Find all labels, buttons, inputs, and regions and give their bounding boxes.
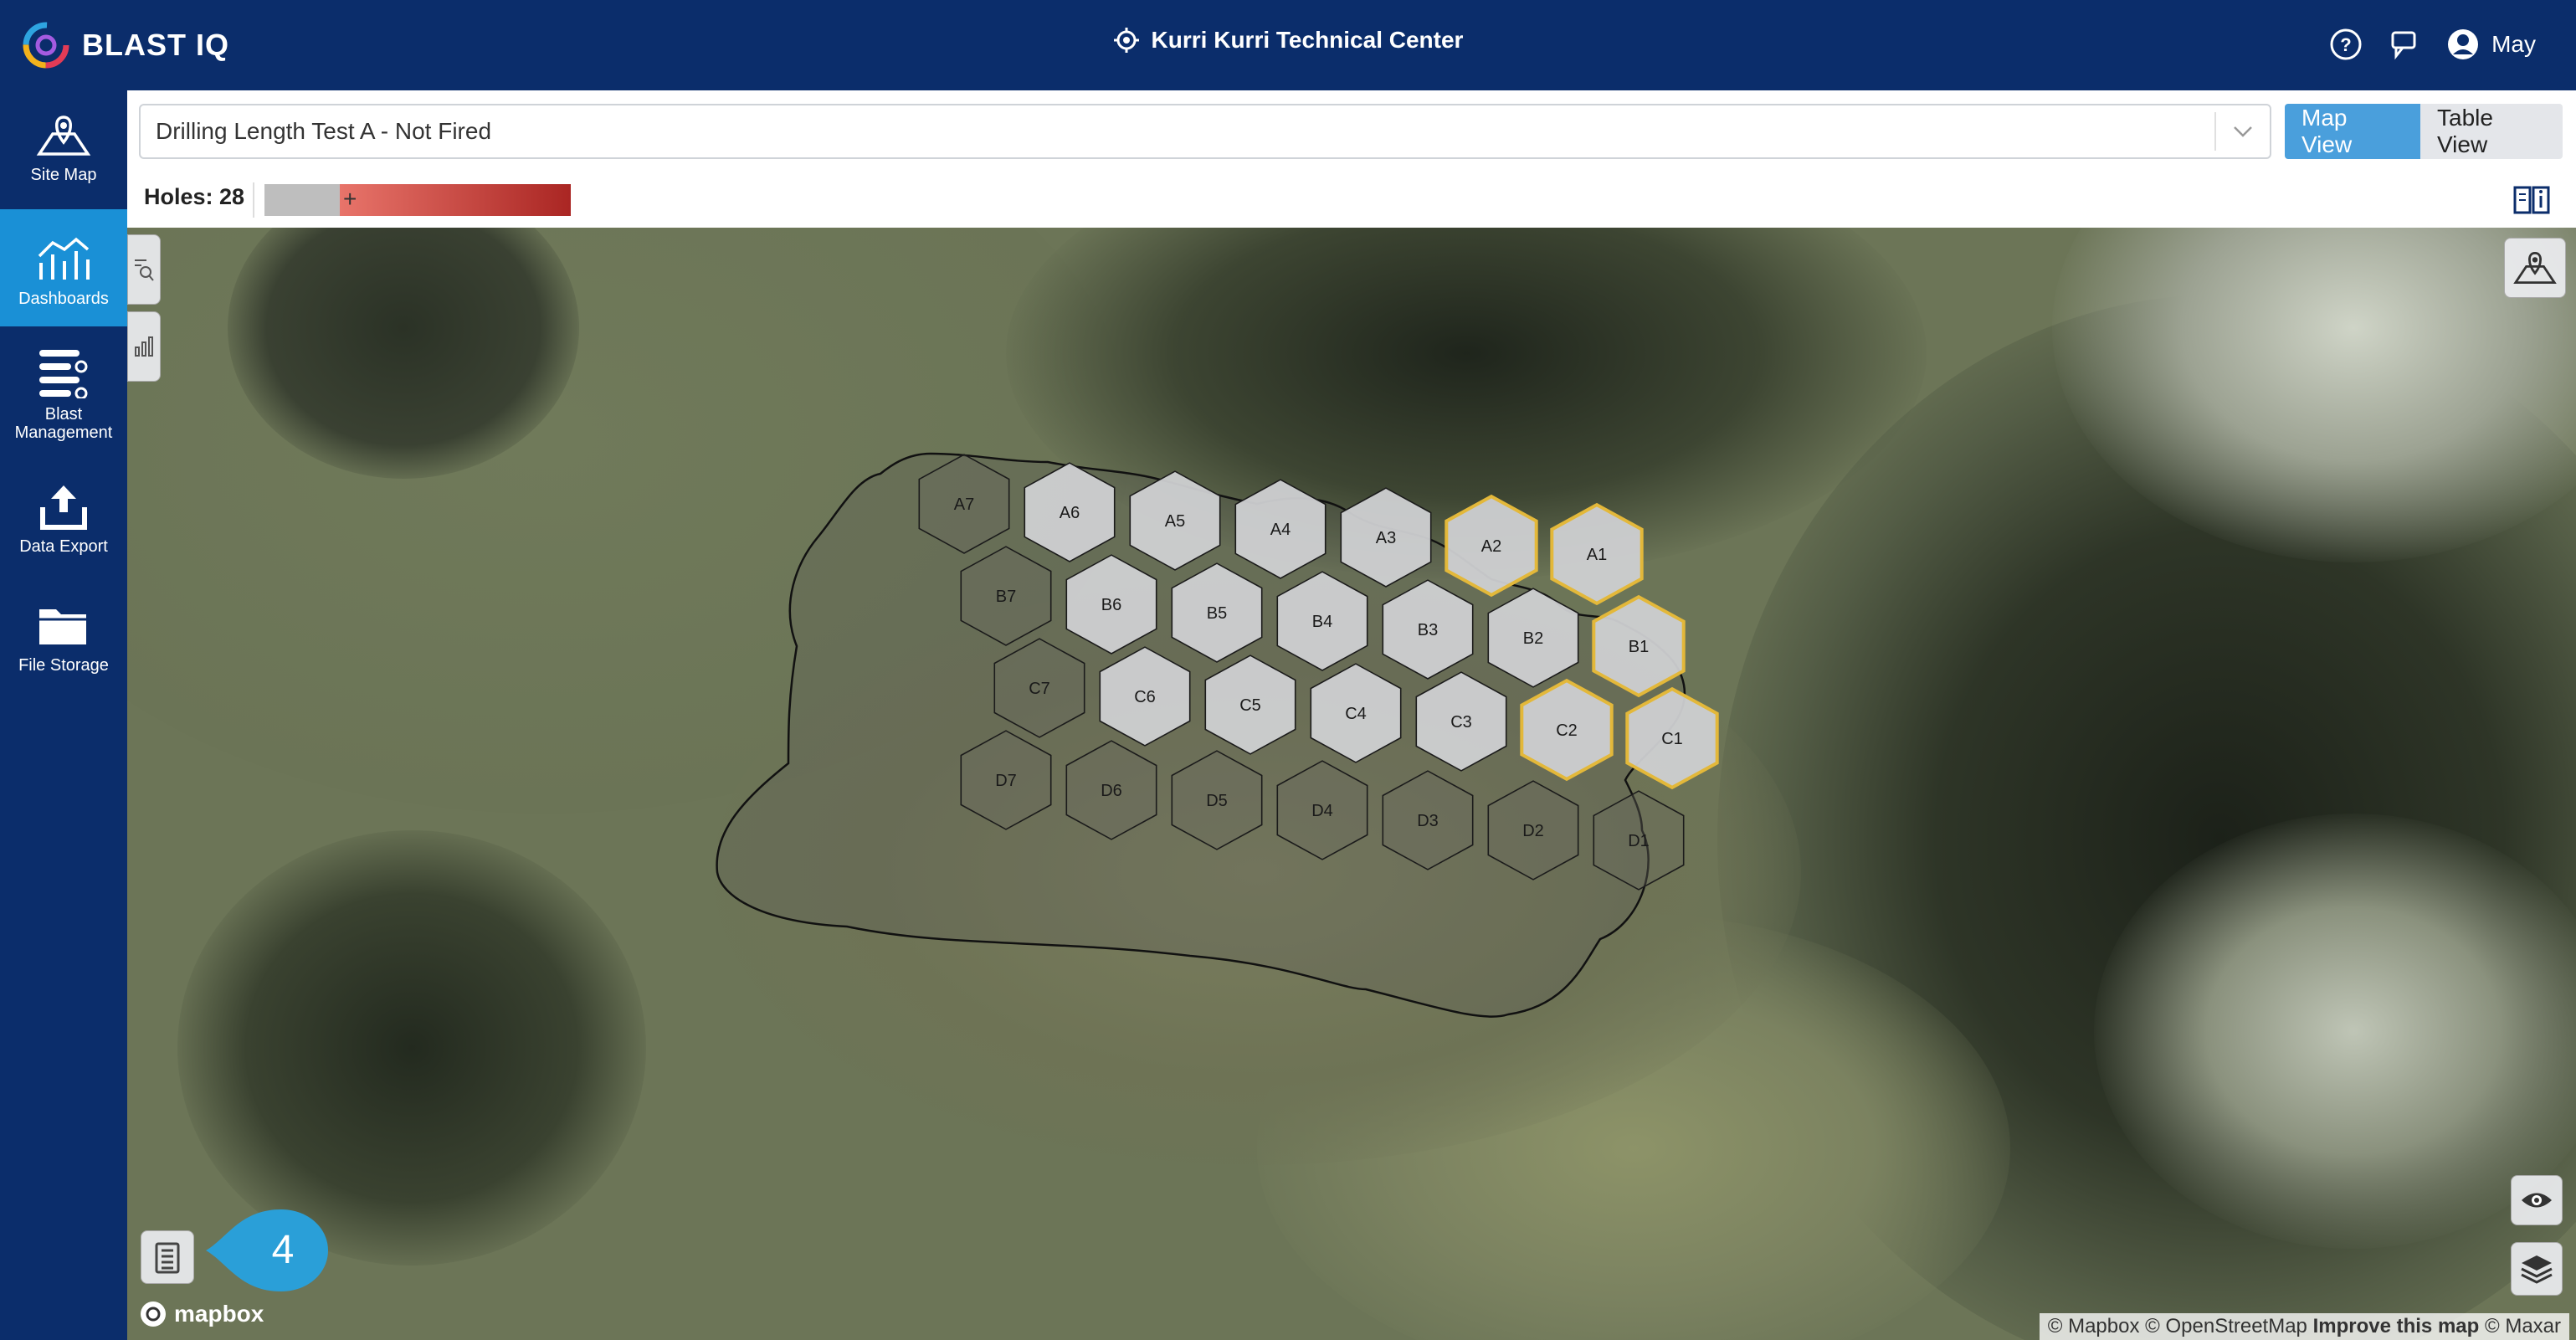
blast-hole-label: D4 [1311, 802, 1333, 820]
blast-hole-label: D6 [1101, 782, 1122, 800]
mapbox-icon [141, 1301, 166, 1327]
map-view-button[interactable]: Map View [2285, 104, 2420, 159]
eye-icon [2522, 1193, 2552, 1208]
legend-list-button[interactable] [141, 1230, 194, 1284]
blast-hole-label: A3 [1376, 529, 1396, 547]
improve-map-link[interactable]: Improve this map [2313, 1315, 2480, 1337]
blast-hole-label: B6 [1101, 596, 1121, 614]
legend-grey-segment [264, 184, 340, 216]
top-right-actions: ? May [2329, 23, 2536, 65]
blast-hole-label: A7 [954, 495, 974, 514]
blast-hole-label: A5 [1165, 512, 1185, 531]
table-view-button[interactable]: Table View [2420, 104, 2563, 159]
blast-hole-label: A4 [1270, 521, 1291, 539]
user-avatar-icon [2448, 29, 2479, 59]
search-filter-button[interactable] [127, 234, 161, 305]
site-name: Kurri Kurri Technical Center [1151, 27, 1464, 53]
blast-hole-label: D3 [1417, 812, 1439, 830]
blast-hole-label: B3 [1418, 621, 1438, 639]
blast-hole-label: B2 [1523, 629, 1543, 648]
sidebar-item-blast-management[interactable]: Blast Management [0, 341, 127, 467]
attribution-maxar[interactable]: © Maxar [2485, 1315, 2561, 1337]
map-pin-icon [2513, 251, 2557, 284]
blast-select-value: Drilling Length Test A - Not Fired [156, 118, 492, 144]
holes-count: Holes: 28 [144, 184, 245, 209]
bar-chart-icon [135, 336, 153, 357]
user-menu[interactable]: May [2446, 28, 2536, 61]
upload-icon [40, 485, 87, 530]
count-badge[interactable]: 4 [203, 1204, 336, 1296]
sidebar-item-data-export[interactable]: Data Export [0, 477, 127, 578]
site-map-toggle-button[interactable] [2504, 238, 2566, 298]
divider [253, 182, 254, 218]
blast-hole-label: B7 [996, 588, 1016, 606]
mapbox-logo[interactable]: mapbox [139, 1300, 264, 1328]
blast-hole-label: C6 [1134, 688, 1156, 706]
blast-hole-label: D7 [995, 772, 1017, 790]
blast-hole-label: B5 [1207, 604, 1227, 623]
legend-red-segment: + [340, 184, 571, 216]
sidebar-item-dashboards[interactable]: Dashboards [0, 209, 127, 326]
blast-hole-label: D5 [1206, 792, 1228, 810]
book-info-icon[interactable] [2512, 182, 2551, 216]
map-pin-icon [36, 116, 91, 156]
mapbox-logo-text: mapbox [174, 1301, 264, 1327]
layers-button[interactable] [2511, 1242, 2563, 1296]
layers-icon [2521, 1255, 2553, 1284]
folder-icon [39, 609, 88, 644]
blast-hole-label: C3 [1450, 713, 1472, 732]
sidebar-item-label: Data Export [19, 537, 108, 556]
chevron-down-icon[interactable] [2214, 112, 2270, 151]
attribution-osm[interactable]: © OpenStreetMap [2145, 1315, 2307, 1337]
blast-hole-label: A6 [1060, 504, 1080, 522]
sidebar: Site Map Dashboards Blast Management Data… [0, 90, 127, 1340]
map-canvas[interactable]: A7 A6 A5 A4 A3 A2 A1 B7 B6 B5 B4 B3 B2 B1 C7 C6 C5 C4 C3 C2… [127, 228, 2576, 1340]
sidebar-item-label: Blast Management [14, 405, 113, 442]
site-title: Kurri Kurri Technical Center [0, 27, 2576, 59]
blast-hole-label: C5 [1239, 696, 1261, 715]
list-icon [39, 350, 88, 398]
sidebar-item-file-storage[interactable]: File Storage [0, 598, 127, 698]
search-list-icon [135, 259, 154, 281]
blast-select[interactable]: Drilling Length Test A - Not Fired [139, 104, 2271, 159]
plus-icon[interactable]: + [343, 184, 357, 214]
feedback-icon[interactable] [2388, 28, 2421, 61]
blast-pattern[interactable]: A7 A6 A5 A4 A3 A2 A1 B7 B6 B5 B4 B3 B2 B1 C7 C6 C5 C4 C3 C2… [127, 228, 2576, 1340]
color-legend-bar[interactable]: + [264, 184, 571, 216]
view-toggle: Map View Table View [2285, 104, 2563, 159]
blast-hole-label: C1 [1661, 730, 1683, 748]
chart-button[interactable] [127, 311, 161, 382]
blast-hole-label: B1 [1629, 638, 1649, 656]
help-icon[interactable]: ? [2329, 28, 2363, 61]
blast-hole-label: A2 [1481, 537, 1501, 556]
blast-hole-label: C2 [1556, 721, 1578, 740]
attribution-mapbox[interactable]: © Mapbox [2048, 1315, 2140, 1337]
blast-hole-label: D2 [1522, 822, 1544, 840]
top-bar: BLAST IQ Kurri Kurri Technical Center ? [0, 0, 2576, 90]
sidebar-item-label: File Storage [18, 656, 109, 675]
user-name: May [2491, 31, 2536, 57]
dashboard-icon [38, 237, 90, 280]
dashboard-header: Drilling Length Test A - Not Fired Map V… [127, 90, 2576, 228]
blast-hole-label: C4 [1345, 705, 1367, 723]
badge-count: 4 [272, 1228, 295, 1272]
sidebar-item-label: Site Map [30, 166, 97, 184]
blast-hole-label: D1 [1628, 832, 1650, 850]
location-target-icon [1113, 28, 1139, 53]
svg-text:?: ? [2340, 34, 2351, 55]
sidebar-item-label: Dashboards [18, 290, 109, 308]
sidebar-item-site-map[interactable]: Site Map [0, 90, 127, 209]
blast-hole-label: A1 [1587, 546, 1607, 564]
clipboard-list-icon [155, 1242, 180, 1274]
blast-hole-label: B4 [1312, 613, 1332, 631]
map-attribution: © Mapbox © OpenStreetMap Improve this ma… [2039, 1313, 2569, 1340]
blast-hole-label: C7 [1029, 680, 1050, 698]
main-content: Drilling Length Test A - Not Fired Map V… [127, 90, 2576, 1340]
visibility-button[interactable] [2511, 1175, 2563, 1225]
